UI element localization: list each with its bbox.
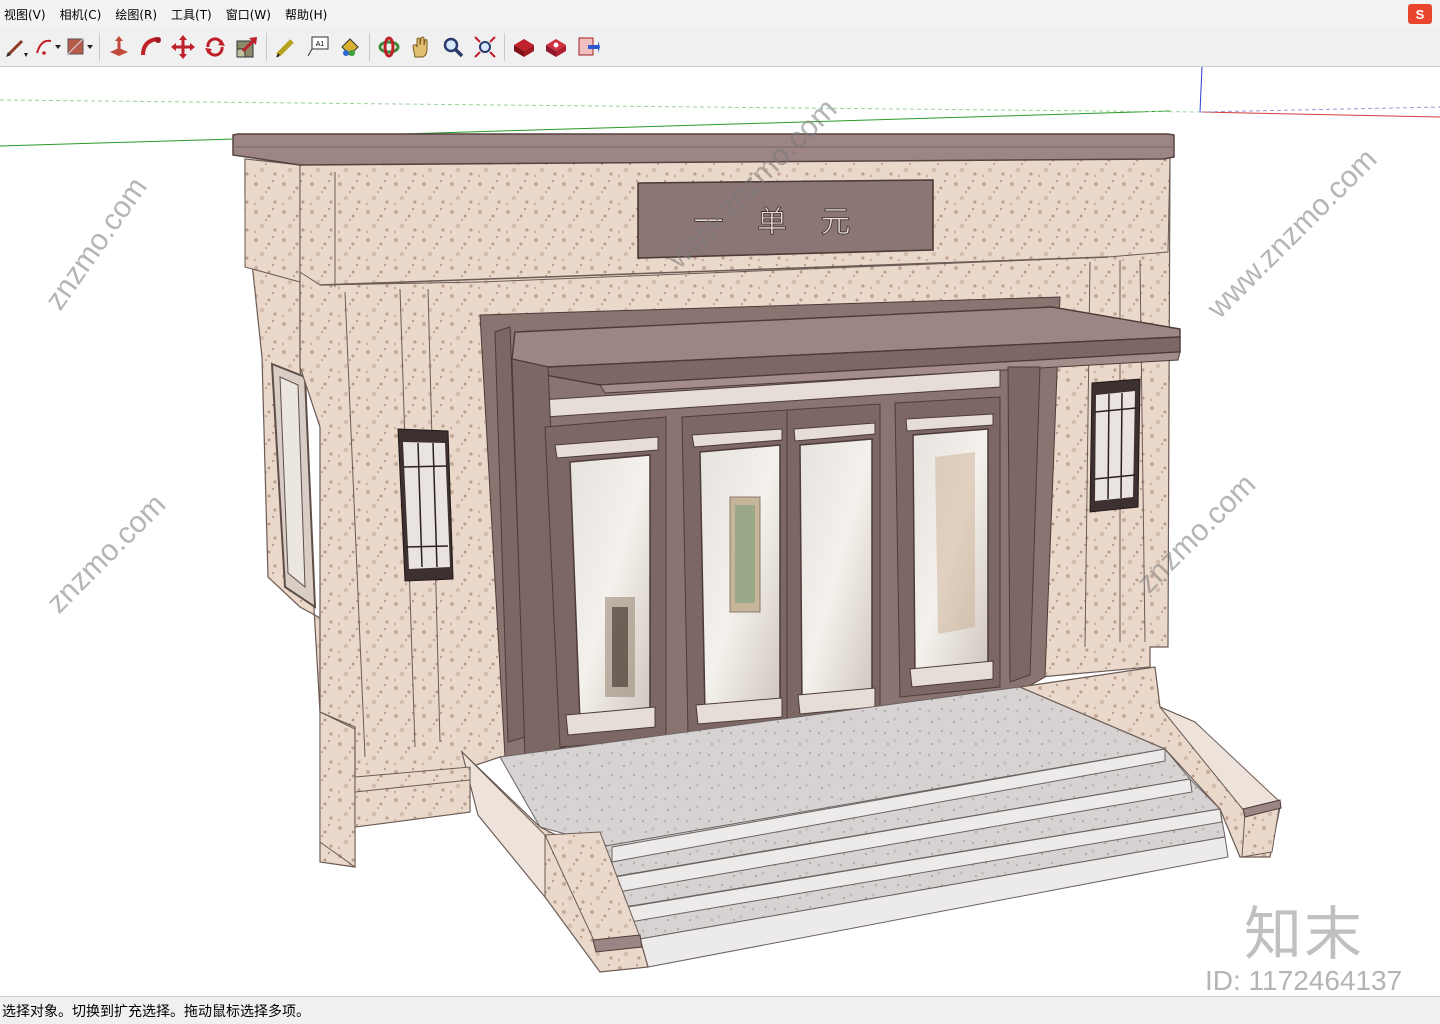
menu-view[interactable]: 视图(V) [0, 6, 53, 23]
follow-me-icon[interactable] [135, 31, 167, 63]
status-text: 选择对象。切换到扩充选择。拖动鼠标选择多项。 [2, 1003, 310, 1020]
main-toolbar: A1 [0, 28, 1440, 67]
rotate-icon[interactable] [199, 31, 231, 63]
blue-axis [1199, 67, 1203, 113]
right-wall-lamp [1089, 378, 1141, 513]
pencil-tool-icon[interactable] [0, 31, 32, 63]
sogou-logo-icon: S [1408, 4, 1432, 27]
red-axis [1199, 111, 1440, 118]
tape-measure-icon[interactable] [270, 31, 302, 63]
brand-watermark: 知末 [1244, 900, 1365, 968]
toolbar-separator [266, 33, 267, 61]
svg-text:S: S [1416, 7, 1425, 22]
menu-camera[interactable]: 相机(C) [53, 6, 109, 23]
push-pull-icon[interactable] [103, 31, 135, 63]
text-icon[interactable]: A1 [302, 31, 334, 63]
zoom-extents-icon[interactable] [469, 31, 501, 63]
warehouse-icon[interactable] [508, 31, 540, 63]
asset-id: ID: 1172464137 [1205, 965, 1403, 996]
toolbar-separator [369, 33, 370, 61]
model-viewport[interactable]: 一 单 元 znzmo.com www.znzmo.com www.znzmo.… [0, 67, 1440, 996]
orbit-icon[interactable] [373, 31, 405, 63]
send-to-layout-icon[interactable] [572, 31, 604, 63]
rectangle-tool-icon[interactable] [64, 31, 96, 63]
menu-window[interactable]: 窗口(W) [219, 6, 278, 23]
zoom-icon[interactable] [437, 31, 469, 63]
pan-icon[interactable] [405, 31, 437, 63]
menu-draw[interactable]: 绘图(R) [108, 6, 164, 23]
move-icon[interactable] [167, 31, 199, 63]
menu-bar: 视图(V) 相机(C) 绘图(R) 工具(T) 窗口(W) 帮助(H) S [0, 0, 1440, 28]
svg-text:A1: A1 [316, 41, 325, 48]
status-bar: 选择对象。切换到扩充选择。拖动鼠标选择多项。 [0, 996, 1440, 1024]
paint-bucket-icon[interactable] [334, 31, 366, 63]
extension-warehouse-icon[interactable] [540, 31, 572, 63]
arc-tool-icon[interactable] [32, 31, 64, 63]
menu-help[interactable]: 帮助(H) [278, 6, 334, 23]
menu-tools[interactable]: 工具(T) [164, 6, 219, 23]
left-wall-lamp [397, 428, 454, 582]
toolbar-separator [504, 33, 505, 61]
scale-icon[interactable] [231, 31, 263, 63]
toolbar-separator [99, 33, 100, 61]
